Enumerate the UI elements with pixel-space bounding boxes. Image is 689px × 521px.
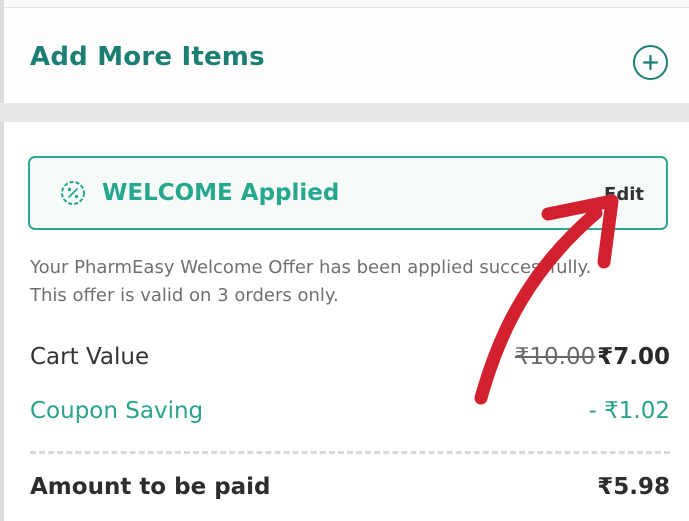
- cart-value-label: Cart Value: [30, 344, 150, 370]
- amount-to-pay-label: Amount to be paid: [30, 474, 271, 500]
- top-divider: [0, 0, 689, 8]
- amount-to-pay-row: Amount to be paid ₹5.98: [30, 474, 670, 508]
- amount-to-pay-value: ₹5.98: [597, 474, 670, 500]
- edit-coupon-link[interactable]: Edit: [604, 184, 644, 205]
- coupon-applied-text: WELCOME Applied: [102, 180, 340, 206]
- section-separator: [0, 103, 689, 122]
- coupon-saving-value: - ₹1.02: [588, 398, 670, 424]
- cart-value-original: ₹10.00: [514, 344, 596, 370]
- offer-description-line1: Your PharmEasy Welcome Offer has been ap…: [30, 257, 592, 278]
- cart-value-final: ₹7.00: [597, 344, 670, 370]
- dashed-divider: [30, 451, 670, 454]
- percent-badge-icon: [60, 180, 86, 210]
- coupon-saving-label: Coupon Saving: [30, 398, 204, 424]
- coupon-saving-row: Coupon Saving - ₹1.02: [30, 398, 670, 432]
- coupon-applied-card[interactable]: WELCOME Applied Edit: [28, 156, 668, 230]
- offer-description-line2: This offer is valid on 3 orders only.: [30, 285, 339, 306]
- offer-description: Your PharmEasy Welcome Offer has been ap…: [30, 254, 670, 310]
- cart-value-amount: ₹10.00₹7.00: [515, 344, 670, 370]
- add-more-items-title: Add More Items: [30, 42, 265, 72]
- cart-value-row: Cart Value ₹10.00₹7.00: [30, 344, 670, 378]
- plus-circle-icon[interactable]: [633, 45, 668, 80]
- add-more-items-row[interactable]: Add More Items: [4, 8, 689, 103]
